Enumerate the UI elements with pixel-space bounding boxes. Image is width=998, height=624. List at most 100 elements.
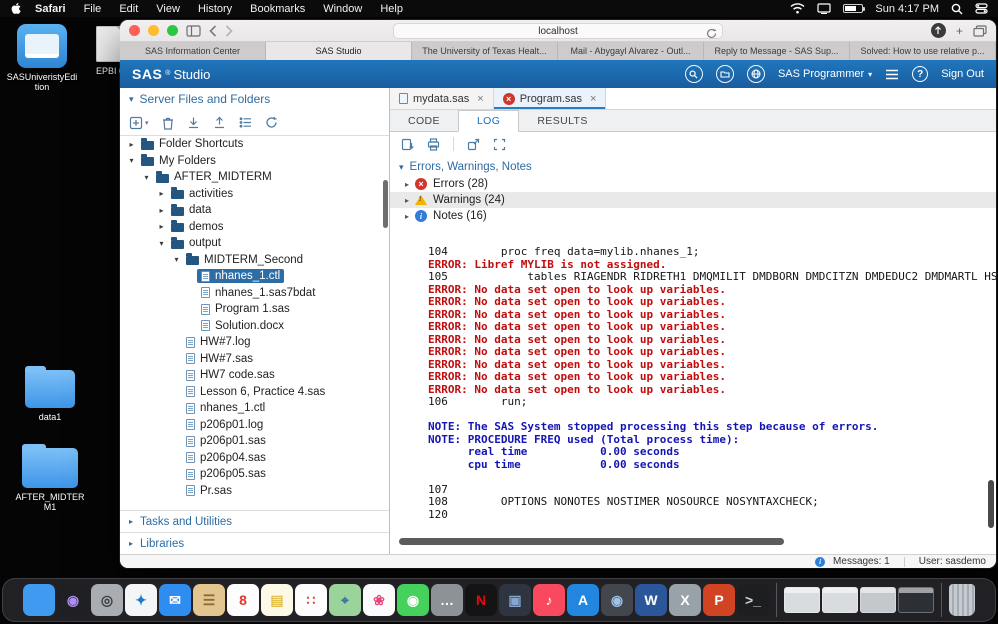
tree-item[interactable]: ▾ AFTER_MIDTERM <box>120 169 383 186</box>
browser-tab[interactable]: Mail - Abygayl Alvarez - Outl... <box>558 42 704 60</box>
menu-item[interactable]: History <box>189 3 241 15</box>
server-files-section-header[interactable]: ▾ Server Files and Folders <box>120 88 389 110</box>
horizontal-scrollbar[interactable] <box>390 537 984 546</box>
vertical-scrollbar-thumb[interactable] <box>988 480 994 528</box>
desktop-icon-sas-vm[interactable]: SASUniveristyEdition <box>6 24 78 93</box>
wifi-icon[interactable] <box>790 3 805 14</box>
tree-expander-icon[interactable]: ▸ <box>126 140 137 149</box>
reminders-icon[interactable]: ∷ <box>295 584 327 616</box>
menu-hamburger-icon[interactable] <box>885 69 899 80</box>
pop-out-icon[interactable] <box>467 138 480 151</box>
role-selector[interactable]: SAS Programmer ▾ <box>778 68 872 80</box>
photo-booth-icon[interactable]: ◉ <box>601 584 633 616</box>
sign-out-button[interactable]: Sign Out <box>941 68 984 80</box>
refresh-icon[interactable] <box>265 116 278 129</box>
tree-item[interactable]: Lesson 6, Practice 4.sas <box>120 384 383 401</box>
tree-item[interactable]: ▾ MIDTERM_Second <box>120 252 383 269</box>
tree-item[interactable]: HW#7.sas <box>120 351 383 368</box>
desktop-icon-data1[interactable]: data1 <box>20 366 80 422</box>
apple-menu-icon[interactable] <box>10 2 22 15</box>
netflix-icon[interactable]: N <box>465 584 497 616</box>
forward-button[interactable] <box>225 24 233 37</box>
minimized-window[interactable] <box>822 587 858 613</box>
search-icon[interactable] <box>684 65 703 83</box>
errors-warnings-notes-header[interactable]: ▾ Errors, Warnings, Notes <box>390 158 996 176</box>
photos-icon[interactable]: ❀ <box>363 584 395 616</box>
tree-item[interactable]: HW7 code.sas <box>120 367 383 384</box>
virtualbox-icon[interactable]: ▣ <box>499 584 531 616</box>
browser-tab[interactable]: The University of Texas Healt... <box>412 42 558 60</box>
finder-icon[interactable] <box>23 584 55 616</box>
tree-item[interactable]: nhanes_1.ctl <box>120 268 383 285</box>
view-tab[interactable]: CODE <box>390 110 458 131</box>
back-button[interactable] <box>209 24 217 37</box>
messages-count[interactable]: Messages: 1 <box>833 556 890 567</box>
browser-tab[interactable]: SAS Studio <box>266 42 412 60</box>
tree-item[interactable]: p206p01.sas <box>120 433 383 450</box>
tree-item[interactable]: Program 1.sas <box>120 301 383 318</box>
log-message-group[interactable]: ▸ Warnings (24) <box>390 192 996 208</box>
address-bar[interactable]: localhost <box>393 23 723 39</box>
maximize-view-icon[interactable] <box>493 138 506 151</box>
excel-icon[interactable]: X <box>669 584 701 616</box>
log-message-group[interactable]: ▸ Errors (28) <box>390 176 996 192</box>
tree-item[interactable]: nhanes_1.sas7bdat <box>120 285 383 302</box>
delete-icon[interactable] <box>162 116 174 130</box>
minimized-window[interactable] <box>784 587 820 613</box>
calendar-icon[interactable]: 8 <box>227 584 259 616</box>
tree-expander-icon[interactable]: ▸ <box>156 222 167 231</box>
safari-icon[interactable]: ✦ <box>125 584 157 616</box>
tree-expander-icon[interactable]: ▾ <box>156 239 167 248</box>
group-expander-icon[interactable]: ▸ <box>405 212 409 221</box>
menu-item[interactable]: View <box>147 3 189 15</box>
sidebar-toggle-icon[interactable] <box>186 24 201 37</box>
horizontal-scrollbar-thumb[interactable] <box>399 538 784 545</box>
browser-tab[interactable]: Reply to Message - SAS Sup... <box>704 42 850 60</box>
tree-item[interactable]: Solution.docx <box>120 318 383 335</box>
menu-item[interactable]: Edit <box>110 3 147 15</box>
tree-item[interactable]: nhanes_1.ctl <box>120 400 383 417</box>
tree-item[interactable]: HW#7.log <box>120 334 383 351</box>
tree-item[interactable]: Pr.sas <box>120 483 383 500</box>
apps-globe-icon[interactable] <box>746 65 765 83</box>
close-window-button[interactable] <box>129 25 140 36</box>
contacts-icon[interactable]: ☰ <box>193 584 225 616</box>
browser-tab[interactable]: Solved: How to use relative p... <box>850 42 996 60</box>
browser-tab[interactable]: SAS Information Center <box>120 42 266 60</box>
tree-expander-icon[interactable]: ▾ <box>141 173 152 182</box>
mail-icon[interactable]: ✉ <box>159 584 191 616</box>
help-icon[interactable]: ? <box>912 66 929 82</box>
close-icon[interactable]: × <box>590 93 596 105</box>
upload-icon[interactable] <box>213 116 226 129</box>
menu-item[interactable]: Window <box>314 3 371 15</box>
reload-icon[interactable] <box>706 26 717 44</box>
tree-item[interactable]: ▸ activities <box>120 186 383 203</box>
document-tab[interactable]: Program.sas × <box>493 88 607 109</box>
panel-scrollbar-thumb[interactable] <box>383 180 388 228</box>
menu-item[interactable]: Bookmarks <box>241 3 314 15</box>
menu-item[interactable]: File <box>75 3 111 15</box>
download-icon[interactable] <box>187 116 200 129</box>
tree-item[interactable]: ▸ data <box>120 202 383 219</box>
share-icon[interactable] <box>930 23 946 38</box>
tree-expander-icon[interactable]: ▸ <box>156 206 167 215</box>
tree-item[interactable]: ▾ My Folders <box>120 153 383 170</box>
tree-item[interactable]: ▸ Folder Shortcuts <box>120 136 383 153</box>
close-icon[interactable]: × <box>477 93 483 105</box>
tree-item[interactable]: ▸ demos <box>120 219 383 236</box>
tree-expander-icon[interactable]: ▸ <box>156 189 167 198</box>
group-expander-icon[interactable]: ▸ <box>405 196 409 205</box>
minimized-window[interactable] <box>860 587 896 613</box>
group-expander-icon[interactable]: ▸ <box>405 180 409 189</box>
open-folder-icon[interactable] <box>715 65 734 83</box>
control-center-icon[interactable] <box>975 3 988 14</box>
tree-item[interactable]: p206p01.log <box>120 417 383 434</box>
view-tab[interactable]: LOG <box>457 110 520 132</box>
launchpad-icon[interactable]: ◎ <box>91 584 123 616</box>
facetime-icon[interactable]: ◉ <box>397 584 429 616</box>
document-tab[interactable]: mydata.sas × <box>390 88 494 109</box>
tree-expander-icon[interactable]: ▾ <box>171 255 182 264</box>
word-icon[interactable]: W <box>635 584 667 616</box>
music-icon[interactable]: ♪ <box>533 584 565 616</box>
view-tab[interactable]: RESULTS <box>519 110 605 131</box>
